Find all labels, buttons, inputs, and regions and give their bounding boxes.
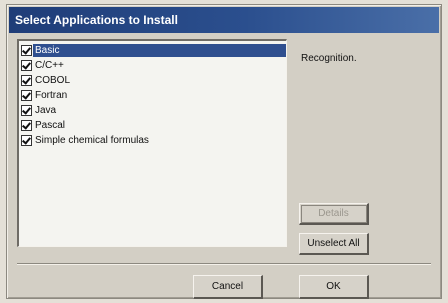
list-item-fortran[interactable]: Fortran bbox=[21, 88, 286, 103]
unselect-all-button-label: Unselect All bbox=[307, 238, 360, 249]
list-item-basic[interactable]: Basic bbox=[21, 43, 286, 58]
checkbox-fortran[interactable] bbox=[21, 90, 32, 101]
unselect-all-button[interactable]: Unselect All bbox=[299, 233, 369, 255]
details-button[interactable]: Details bbox=[299, 203, 369, 225]
checkbox-cobol[interactable] bbox=[21, 75, 32, 86]
checkbox-pascal[interactable] bbox=[21, 120, 32, 131]
application-description: Recognition. bbox=[301, 53, 357, 64]
check-icon bbox=[22, 135, 31, 145]
applications-list[interactable]: Basic C/C++ COBOL Fortran Java Pascal Si… bbox=[17, 39, 287, 247]
dialog-title: Select Applications to Install bbox=[15, 13, 178, 27]
check-icon bbox=[22, 75, 31, 85]
ok-button[interactable]: OK bbox=[299, 275, 369, 299]
list-item-label: Basic bbox=[33, 44, 286, 57]
list-item-label: Simple chemical formulas bbox=[35, 135, 149, 146]
list-item-label: C/C++ bbox=[35, 60, 64, 71]
check-icon bbox=[22, 90, 31, 100]
separator bbox=[17, 263, 431, 265]
list-item-pascal[interactable]: Pascal bbox=[21, 118, 286, 133]
checkbox-c-cpp[interactable] bbox=[21, 60, 32, 71]
list-item-label: COBOL bbox=[35, 75, 71, 86]
checkbox-simple-chemical-formulas[interactable] bbox=[21, 135, 32, 146]
check-icon bbox=[22, 120, 31, 130]
check-icon bbox=[22, 105, 31, 115]
check-icon bbox=[22, 45, 31, 55]
checkbox-java[interactable] bbox=[21, 105, 32, 116]
checkbox-basic[interactable] bbox=[21, 45, 32, 56]
list-item-cobol[interactable]: COBOL bbox=[21, 73, 286, 88]
cancel-button[interactable]: Cancel bbox=[193, 275, 263, 299]
cancel-button-label: Cancel bbox=[211, 281, 244, 292]
list-item-java[interactable]: Java bbox=[21, 103, 286, 118]
ok-button-label: OK bbox=[326, 281, 341, 292]
list-item-simple-chemical-formulas[interactable]: Simple chemical formulas bbox=[21, 133, 286, 148]
select-applications-dialog: Select Applications to Install Basic C/C… bbox=[6, 4, 442, 299]
details-button-label: Details bbox=[318, 208, 349, 219]
list-item-c-cpp[interactable]: C/C++ bbox=[21, 58, 286, 73]
list-item-label: Fortran bbox=[35, 90, 68, 101]
list-item-label: Java bbox=[35, 105, 57, 116]
check-icon bbox=[22, 60, 31, 70]
title-bar[interactable]: Select Applications to Install bbox=[9, 7, 439, 33]
list-item-label: Pascal bbox=[35, 120, 66, 131]
